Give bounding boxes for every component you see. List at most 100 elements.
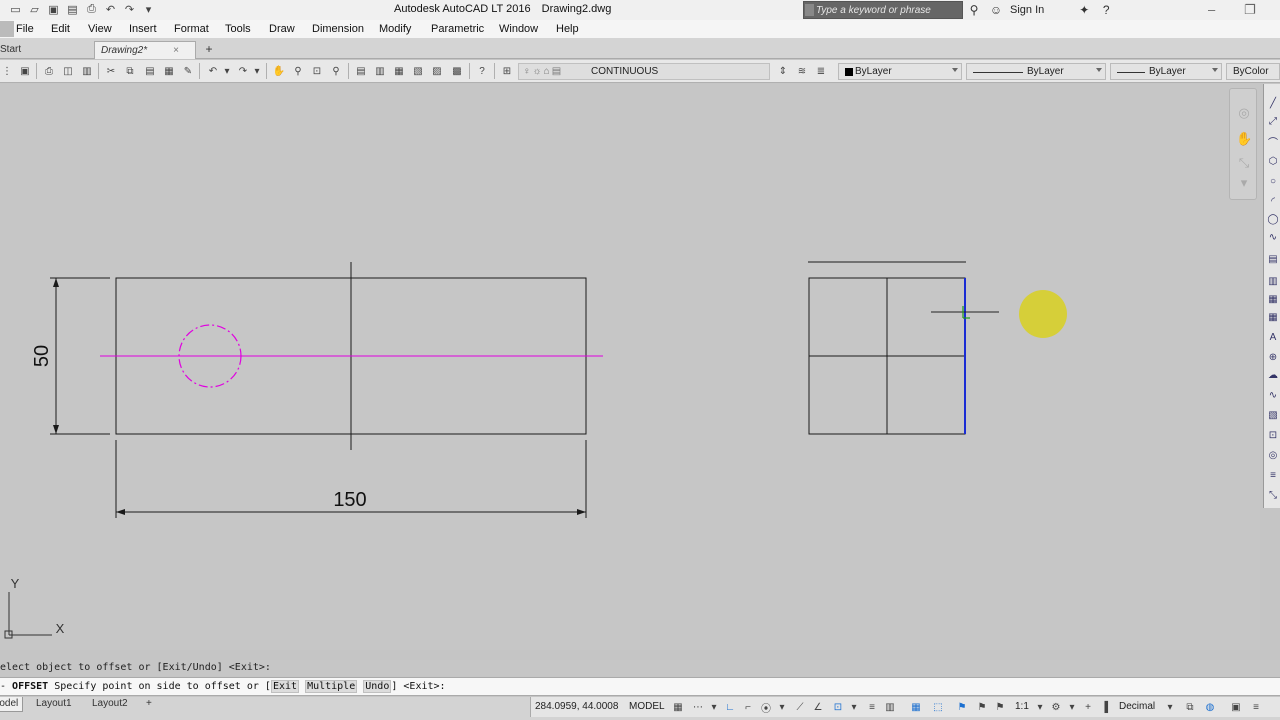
nav-more-icon[interactable]: ▾ xyxy=(1236,175,1252,191)
search-input[interactable] xyxy=(816,2,962,18)
menu-dimension[interactable]: Dimension xyxy=(312,23,364,35)
exchange-icon[interactable]: ✦ xyxy=(1076,2,1092,18)
option-multiple[interactable]: Multiple xyxy=(305,680,358,693)
menu-help[interactable]: Help xyxy=(556,23,579,35)
auto-scale-icon[interactable]: ⚑ xyxy=(975,700,989,714)
transparency-icon[interactable]: ▥ xyxy=(883,700,897,714)
region-icon[interactable]: ▦ xyxy=(1266,292,1280,306)
close-tab-icon[interactable]: × xyxy=(173,45,179,56)
menu-parametric[interactable]: Parametric xyxy=(431,23,484,35)
workspace-dropdown-icon[interactable]: ▾ xyxy=(1065,700,1079,714)
paste-special-icon[interactable]: ▦ xyxy=(162,64,176,78)
object-snap-icon[interactable]: ⊡ xyxy=(831,700,845,714)
open-folder-icon[interactable]: ▱ xyxy=(27,2,42,17)
donut-icon[interactable]: ◎ xyxy=(1266,448,1280,462)
multiline-text-icon[interactable]: A xyxy=(1266,330,1280,344)
circle-icon[interactable]: ○ xyxy=(1266,174,1280,188)
app-menu-icon[interactable] xyxy=(0,21,14,37)
isolate-objects-icon[interactable]: ▌ xyxy=(1101,700,1115,714)
help-icon[interactable]: ? xyxy=(1098,2,1114,18)
hatch-icon[interactable]: ▥ xyxy=(1266,274,1280,288)
layout-tab-layout1[interactable]: Layout1 xyxy=(32,697,76,712)
scale-dropdown-icon[interactable]: ▾ xyxy=(1033,700,1047,714)
linetype-control-dropdown[interactable]: ByLayer xyxy=(966,63,1106,80)
grid-icon[interactable]: ▦ xyxy=(671,700,685,714)
more-draw-icon[interactable]: ⤡ xyxy=(1266,488,1280,502)
minimize-icon[interactable]: – xyxy=(1208,2,1215,17)
save-icon[interactable]: ▣ xyxy=(46,2,61,17)
new-tab-button[interactable]: + xyxy=(201,42,217,56)
drawing-area[interactable]: 50 150 Y X xyxy=(0,84,1260,650)
new-file-icon[interactable]: ▭ xyxy=(8,2,23,17)
properties-icon[interactable]: ▤ xyxy=(354,64,368,78)
infer-constraints-icon[interactable]: ∟ xyxy=(723,700,737,714)
spline-icon[interactable]: ∿ xyxy=(1266,230,1280,244)
make-current-layer-icon[interactable]: ⇕ xyxy=(776,64,790,78)
copy-icon[interactable]: ⧉ xyxy=(123,64,137,78)
zoom-previous-icon[interactable]: ⚲ xyxy=(329,64,343,78)
search-expand-icon[interactable] xyxy=(805,4,814,16)
menu-draw[interactable]: Draw xyxy=(269,23,295,35)
command-line[interactable]: - OFFSET Specify point on side to offset… xyxy=(0,677,1280,696)
redo-icon[interactable]: ↷ xyxy=(122,2,137,17)
units-display[interactable]: Decimal xyxy=(1119,701,1155,712)
menu-format[interactable]: Format xyxy=(174,23,209,35)
restore-icon[interactable]: ❐ xyxy=(1244,2,1256,18)
annotation-monitor-icon[interactable]: + xyxy=(1081,700,1095,714)
arc-icon[interactable]: ◜ xyxy=(1266,194,1280,208)
help-tool-icon[interactable]: ? xyxy=(475,64,489,78)
lineweight-control-dropdown[interactable]: ByLayer xyxy=(1110,63,1222,80)
boundary-icon[interactable]: ⊡ xyxy=(1266,428,1280,442)
user-icon[interactable]: ☺ xyxy=(988,2,1004,18)
model-space-button[interactable]: MODEL xyxy=(629,701,665,712)
menu-tools[interactable]: Tools xyxy=(225,23,251,35)
qsave-icon[interactable]: ▣ xyxy=(18,64,32,78)
command-input[interactable] xyxy=(440,679,1240,694)
binoculars-icon[interactable]: ⚲ xyxy=(966,2,982,18)
cursor-coordinates[interactable]: 284.0959, 44.0008 xyxy=(535,701,618,712)
print-icon[interactable]: ⎙ xyxy=(84,2,99,17)
menu-file[interactable]: File xyxy=(16,23,34,35)
gradient-icon[interactable]: ▧ xyxy=(1266,408,1280,422)
zoom-realtime-icon[interactable]: ⚲ xyxy=(291,64,305,78)
layer-control-dropdown[interactable]: ♀☼⌂▤ CONTINUOUS xyxy=(518,63,770,80)
annotation-scale[interactable]: 1:1 xyxy=(1015,701,1029,712)
option-undo[interactable]: Undo xyxy=(363,680,392,693)
menu-window[interactable]: Window xyxy=(499,23,538,35)
match-properties-icon[interactable]: ✎ xyxy=(181,64,195,78)
customization-icon[interactable]: ≡ xyxy=(1249,700,1263,714)
design-center-icon[interactable]: ▥ xyxy=(373,64,387,78)
option-exit[interactable]: Exit xyxy=(270,680,300,693)
mtext-icon[interactable]: ≡ xyxy=(1266,468,1280,482)
polyline-icon[interactable]: ⌒ xyxy=(1266,134,1280,149)
insert-block-icon[interactable]: ▤ xyxy=(1266,252,1280,266)
menu-modify[interactable]: Modify xyxy=(379,23,411,35)
polar-dropdown-icon[interactable]: ▾ xyxy=(775,700,789,714)
osnap-dropdown-icon[interactable]: ▾ xyxy=(847,700,861,714)
qat-dropdown-icon[interactable]: ▾ xyxy=(141,2,156,17)
markup-icon[interactable]: ▨ xyxy=(430,64,444,78)
xline-icon[interactable]: ⤢ xyxy=(1266,114,1280,128)
graphics-performance-icon[interactable]: ◍ xyxy=(1203,700,1217,714)
wipeout-icon[interactable]: ∿ xyxy=(1266,388,1280,402)
color-control-dropdown[interactable]: ByLayer xyxy=(838,63,962,80)
dynamic-ucs-icon[interactable]: ⬚ xyxy=(931,700,945,714)
plot-icon[interactable]: ⎙ xyxy=(42,64,56,78)
quick-properties-icon[interactable]: ⧉ xyxy=(1183,700,1197,714)
dynamic-input-icon[interactable]: ⌐ xyxy=(741,700,755,714)
table-icon[interactable]: ▦ xyxy=(1266,310,1280,324)
cut-icon[interactable]: ✂ xyxy=(104,64,118,78)
tab-start[interactable]: Start xyxy=(0,41,27,59)
tab-drawing2[interactable]: Drawing2* × xyxy=(94,41,196,59)
layout-tab-model[interactable]: Model xyxy=(0,697,24,712)
menu-insert[interactable]: Insert xyxy=(129,23,157,35)
tool-palettes-icon[interactable]: ▦ xyxy=(392,64,406,78)
lineweight-icon[interactable]: ≡ xyxy=(865,700,879,714)
dim-horizontal-text[interactable]: 150 xyxy=(333,489,366,511)
save-as-icon[interactable]: ▤ xyxy=(65,2,80,17)
snap-icon[interactable]: ⋯ xyxy=(691,700,705,714)
layer-states-icon[interactable]: ≣ xyxy=(814,64,828,78)
ellipse-circle-icon[interactable]: ◯ xyxy=(1266,212,1280,226)
clean-screen-icon[interactable]: ▣ xyxy=(1229,700,1243,714)
dim-vertical-text[interactable]: 50 xyxy=(31,345,53,367)
